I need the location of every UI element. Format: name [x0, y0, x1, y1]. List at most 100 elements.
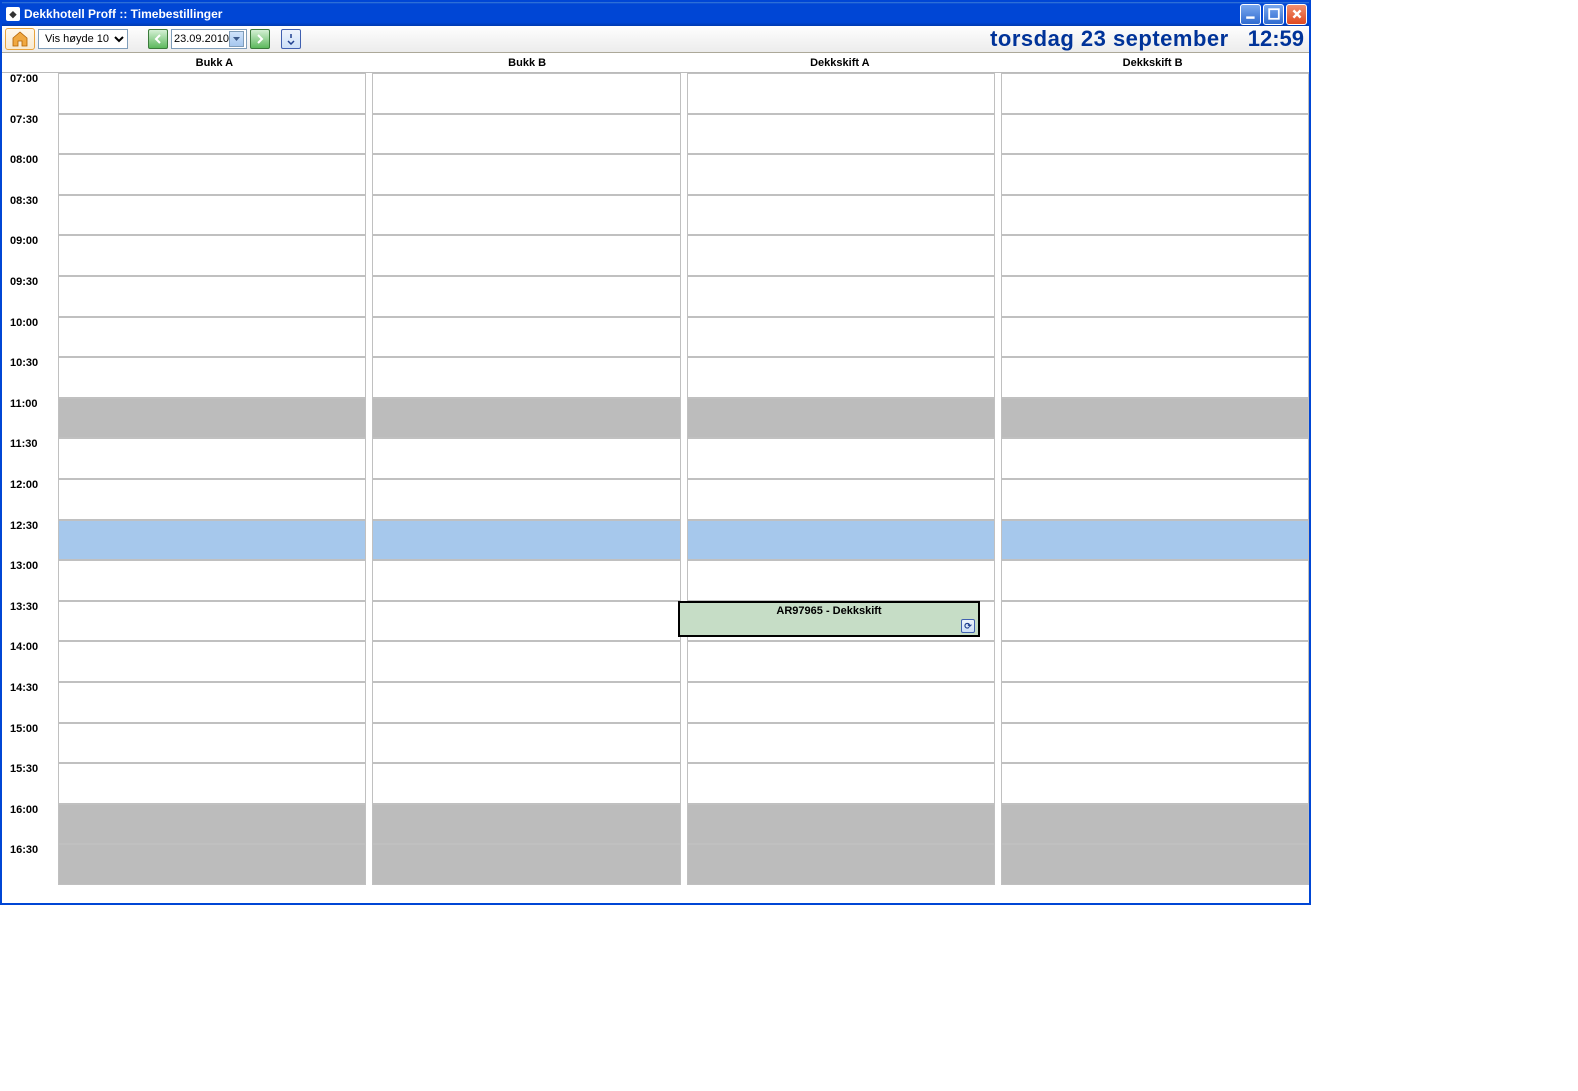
- calendar-cell[interactable]: [58, 723, 366, 764]
- calendar-cell[interactable]: [372, 235, 680, 276]
- calendar-cell[interactable]: [1001, 235, 1309, 276]
- calendar-cell[interactable]: [372, 73, 680, 114]
- calendar-cell[interactable]: [687, 317, 995, 358]
- calendar-cell[interactable]: [58, 398, 366, 439]
- maximize-button[interactable]: [1263, 4, 1284, 25]
- calendar-cell[interactable]: [372, 520, 680, 561]
- calendar-cell[interactable]: [1001, 804, 1309, 845]
- calendar-cell[interactable]: [58, 235, 366, 276]
- calendar-cell[interactable]: [1001, 479, 1309, 520]
- calendar-cell[interactable]: [687, 73, 995, 114]
- calendar-cell[interactable]: [1001, 601, 1309, 642]
- calendar-cell[interactable]: [58, 560, 366, 601]
- calendar-cell[interactable]: [372, 804, 680, 845]
- calendar-cell[interactable]: [372, 763, 680, 804]
- titlebar[interactable]: ◆ Dekkhotell Proff :: Timebestillinger: [2, 2, 1309, 26]
- calendar-cell[interactable]: [1001, 357, 1309, 398]
- calendar-cell[interactable]: [1001, 763, 1309, 804]
- calendar-cell[interactable]: [687, 560, 995, 601]
- info-icon[interactable]: ⟳: [961, 619, 975, 633]
- calendar-cell[interactable]: [1001, 73, 1309, 114]
- calendar-cell[interactable]: [58, 601, 366, 642]
- calendar-cell[interactable]: [1001, 844, 1309, 885]
- calendar-cell[interactable]: [687, 276, 995, 317]
- calendar-cell[interactable]: [687, 520, 995, 561]
- time-label: 11:30: [2, 438, 58, 479]
- home-button[interactable]: [5, 28, 35, 50]
- calendar-cell[interactable]: [372, 641, 680, 682]
- time-label: 12:00: [2, 479, 58, 520]
- calendar-cell[interactable]: [58, 195, 366, 236]
- calendar-cell[interactable]: [1001, 682, 1309, 723]
- calendar-cell[interactable]: [372, 317, 680, 358]
- next-day-button[interactable]: [250, 29, 270, 49]
- minimize-button[interactable]: [1240, 4, 1261, 25]
- time-label: 13:30: [2, 601, 58, 642]
- calendar-cell[interactable]: [58, 844, 366, 885]
- time-row: 16:30: [2, 844, 1309, 885]
- calendar-cell[interactable]: [1001, 438, 1309, 479]
- calendar-cell[interactable]: [687, 235, 995, 276]
- calendar-cell[interactable]: [687, 114, 995, 155]
- calendar-cell[interactable]: [58, 804, 366, 845]
- calendar-cell[interactable]: [372, 195, 680, 236]
- calendar-cell[interactable]: [372, 479, 680, 520]
- calendar-cell[interactable]: [1001, 154, 1309, 195]
- calendar-cell[interactable]: [58, 276, 366, 317]
- calendar-cell[interactable]: [58, 357, 366, 398]
- calendar-cell[interactable]: [687, 154, 995, 195]
- calendar-cell[interactable]: [1001, 114, 1309, 155]
- calendar-cell[interactable]: [687, 723, 995, 764]
- calendar-cell[interactable]: [372, 601, 680, 642]
- calendar-cell[interactable]: [58, 641, 366, 682]
- calendar-cell[interactable]: [1001, 398, 1309, 439]
- calendar-cell[interactable]: [687, 844, 995, 885]
- calendar-cell[interactable]: [372, 357, 680, 398]
- calendar-cell[interactable]: [58, 154, 366, 195]
- calendar-cell[interactable]: [372, 276, 680, 317]
- calendar-cell[interactable]: [58, 438, 366, 479]
- calendar-cell[interactable]: [58, 520, 366, 561]
- calendar-cell[interactable]: [687, 804, 995, 845]
- calendar-cell[interactable]: [687, 479, 995, 520]
- calendar-scroll[interactable]: Bukk ABukk BDekkskift ADekkskift B 07:00…: [2, 53, 1309, 903]
- appointment[interactable]: AR97965 - Dekkskift⟳: [678, 601, 980, 638]
- calendar-cell[interactable]: [372, 114, 680, 155]
- calendar-cell[interactable]: [1001, 723, 1309, 764]
- calendar-cell[interactable]: [1001, 276, 1309, 317]
- calendar-cell[interactable]: [58, 479, 366, 520]
- calendar-cell[interactable]: [372, 560, 680, 601]
- zoom-select[interactable]: Vis høyde 100 %: [38, 29, 128, 49]
- calendar-cell[interactable]: [372, 154, 680, 195]
- time-row: 09:30: [2, 276, 1309, 317]
- calendar-cell[interactable]: [1001, 520, 1309, 561]
- calendar-cell[interactable]: [372, 438, 680, 479]
- resource-header: Dekkskift B: [996, 53, 1309, 72]
- date-picker[interactable]: 23.09.2010: [171, 29, 247, 49]
- calendar-cell[interactable]: [687, 641, 995, 682]
- calendar-cell[interactable]: [687, 438, 995, 479]
- calendar-cell[interactable]: [372, 723, 680, 764]
- close-button[interactable]: [1286, 4, 1307, 25]
- calendar-cell[interactable]: [1001, 641, 1309, 682]
- resource-header: Dekkskift A: [684, 53, 997, 72]
- calendar-cell[interactable]: [1001, 195, 1309, 236]
- calendar-cell[interactable]: [58, 682, 366, 723]
- calendar-cell[interactable]: [372, 682, 680, 723]
- prev-day-button[interactable]: [148, 29, 168, 49]
- calendar-cell[interactable]: [58, 317, 366, 358]
- calendar-cell[interactable]: [1001, 560, 1309, 601]
- calendar-cell[interactable]: [58, 73, 366, 114]
- calendar-cell[interactable]: [372, 398, 680, 439]
- calendar-cell[interactable]: [372, 844, 680, 885]
- time-row: 12:30: [2, 520, 1309, 561]
- calendar-cell[interactable]: [58, 114, 366, 155]
- refresh-button[interactable]: [281, 29, 301, 49]
- calendar-cell[interactable]: [687, 195, 995, 236]
- calendar-cell[interactable]: [687, 682, 995, 723]
- calendar-cell[interactable]: [58, 763, 366, 804]
- calendar-cell[interactable]: [687, 763, 995, 804]
- calendar-cell[interactable]: [1001, 317, 1309, 358]
- calendar-cell[interactable]: [687, 357, 995, 398]
- calendar-cell[interactable]: [687, 398, 995, 439]
